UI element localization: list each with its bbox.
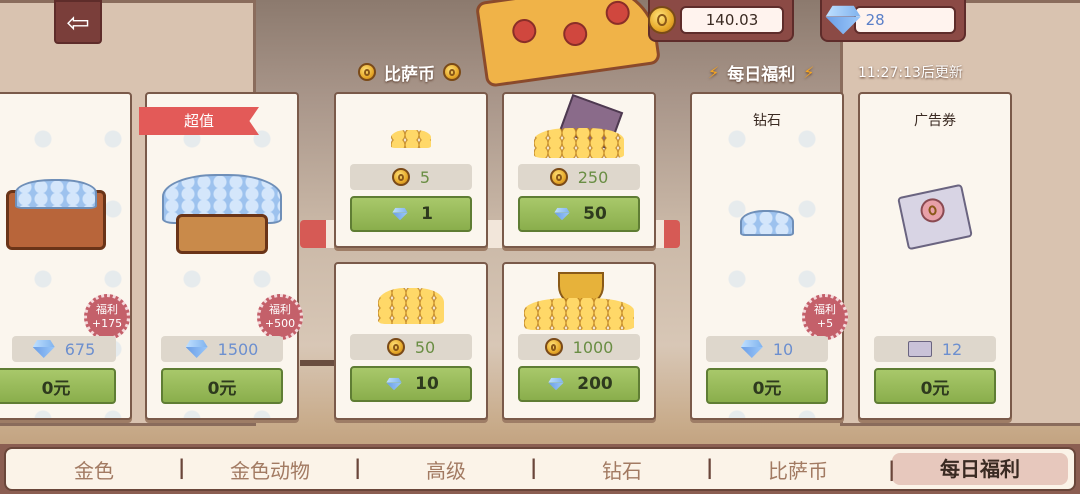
pizza-coin-card-1[interactable]: 5 1 (334, 92, 488, 248)
ad-ticket-image (897, 183, 973, 251)
tab-gold[interactable]: 金色 (6, 455, 182, 484)
price-strip: 1500 (161, 336, 283, 362)
coin-amount: 5 (419, 167, 431, 187)
buy-button-label: 0元 (920, 378, 950, 399)
price-value: 1500 (217, 339, 259, 359)
bonus-label: 福利 (269, 303, 291, 317)
buy-button[interactable]: 0元 (161, 368, 283, 404)
refresh-timer: 11:27:13后更新 (858, 65, 963, 81)
price-strip: 675 (12, 336, 116, 362)
bonus-value: +175 (91, 317, 123, 330)
buy-button[interactable]: 200 (518, 366, 640, 402)
back-arrow-icon: ⇦ (66, 5, 90, 39)
buy-button-label: 0元 (752, 378, 782, 399)
best-value-ribbon: 超值 (139, 107, 259, 135)
coin-amount: 1000 (572, 337, 614, 357)
diamond-cart-image (162, 174, 282, 264)
coin-icon (391, 168, 410, 186)
coin-amount-strip: 1000 (518, 334, 640, 360)
gem-cost: 50 (583, 204, 607, 224)
ad-ticket-icon (907, 341, 932, 357)
buy-button[interactable]: 50 (518, 196, 640, 232)
daily-diamond-card[interactable]: 钻石 福利 +5 10 0元 (690, 92, 848, 420)
bonus-badge: 福利 +5 (802, 294, 848, 340)
diamond-icon (554, 208, 569, 221)
buy-button[interactable]: 0元 (706, 368, 828, 404)
price-value: 675 (64, 339, 96, 359)
diamond-icon (386, 378, 401, 391)
card-title: 广告券 (914, 113, 956, 129)
diamond-icon (826, 6, 861, 35)
coin-amount-strip: 50 (350, 334, 472, 360)
gem-cost: 1 (421, 204, 433, 224)
tab-diamonds[interactable]: 钻石 (530, 455, 710, 484)
pizza-coin-card-2[interactable]: 250 50 (502, 92, 656, 248)
coin-balance[interactable]: 140.03 (648, 0, 794, 42)
buy-button-label: 0元 (207, 378, 237, 399)
diamond-chest-image (6, 179, 106, 250)
buy-button[interactable]: 1 (350, 196, 472, 232)
daily-ad-ticket-card[interactable]: 广告券 12 0元 (858, 92, 1012, 420)
coin-icon (544, 338, 563, 356)
coin-stack-image (391, 130, 431, 148)
bonus-label: 福利 (814, 303, 836, 317)
daily-section-header: ⚡ 每日福利 ⚡ (708, 58, 814, 86)
price-value: 10 (772, 339, 794, 359)
coin-icon (443, 63, 461, 81)
coin-icon (386, 338, 405, 356)
tab-gold-animals[interactable]: 金色动物 (178, 455, 358, 484)
gem-balance[interactable]: 28 (820, 0, 966, 42)
coin-amount-strip: 5 (350, 164, 472, 190)
lightning-icon: ⚡ (708, 62, 720, 82)
coin-amount: 50 (414, 337, 436, 357)
gem-cost: 200 (577, 374, 613, 394)
coin-amount: 250 (577, 167, 609, 187)
pizza-coin-card-3[interactable]: 50 10 (334, 262, 488, 420)
coin-icon (358, 63, 376, 81)
coin-icon (648, 6, 676, 34)
tab-pizza-coins[interactable]: 比萨币 (706, 455, 886, 484)
coin-trophy-image (524, 272, 634, 330)
coin-icon (549, 168, 568, 186)
gem-balance-value: 28 (853, 6, 956, 34)
price-strip: 10 (706, 336, 828, 362)
coin-box-image (534, 93, 624, 158)
pizza-coin-section-title: 比萨币 (384, 64, 435, 85)
diamond-pack-card-2[interactable]: 超值 福利 +500 1500 0元 (139, 92, 303, 420)
gem-cost: 10 (415, 374, 439, 394)
bonus-label: 福利 (96, 303, 118, 317)
pizza-coin-section-header: 比萨币 (358, 58, 461, 86)
price-strip: 12 (874, 336, 996, 362)
diamond-icon (392, 208, 407, 221)
buy-button[interactable]: 0元 (874, 368, 996, 404)
bonus-value: +5 (816, 317, 834, 330)
coin-pile-image (378, 288, 444, 324)
diamond-icon (549, 378, 564, 391)
coin-amount-strip: 250 (518, 164, 640, 190)
buy-button[interactable]: 10 (350, 366, 472, 402)
diamond-pack-card-1[interactable]: 福利 +175 675 0元 (0, 92, 132, 420)
tab-premium[interactable]: 高级 (354, 455, 534, 484)
diamond-small-pile-image (740, 210, 794, 236)
diamond-icon (186, 340, 208, 358)
category-tab-bar: 金色 金色动物 高级 钻石 比萨币 每日福利 (0, 444, 1080, 494)
tab-daily-benefits[interactable]: 每日福利 (888, 453, 1068, 485)
pizza-slice-decoration (474, 0, 662, 88)
card-title: 钻石 (753, 113, 781, 129)
bonus-value: +500 (264, 317, 296, 330)
diamond-icon (33, 340, 55, 358)
bonus-badge: 福利 +175 (84, 294, 130, 340)
bonus-badge: 福利 +500 (257, 294, 303, 340)
buy-button-label: 0元 (41, 378, 71, 399)
daily-section-title: 每日福利 (727, 64, 796, 85)
diamond-icon (741, 340, 763, 358)
price-value: 12 (941, 339, 963, 359)
coin-balance-value: 140.03 (680, 6, 784, 34)
back-button[interactable]: ⇦ (54, 0, 102, 44)
pizza-coin-card-4[interactable]: 1000 200 (502, 262, 656, 420)
lightning-icon: ⚡ (803, 62, 815, 82)
buy-button[interactable]: 0元 (0, 368, 116, 404)
